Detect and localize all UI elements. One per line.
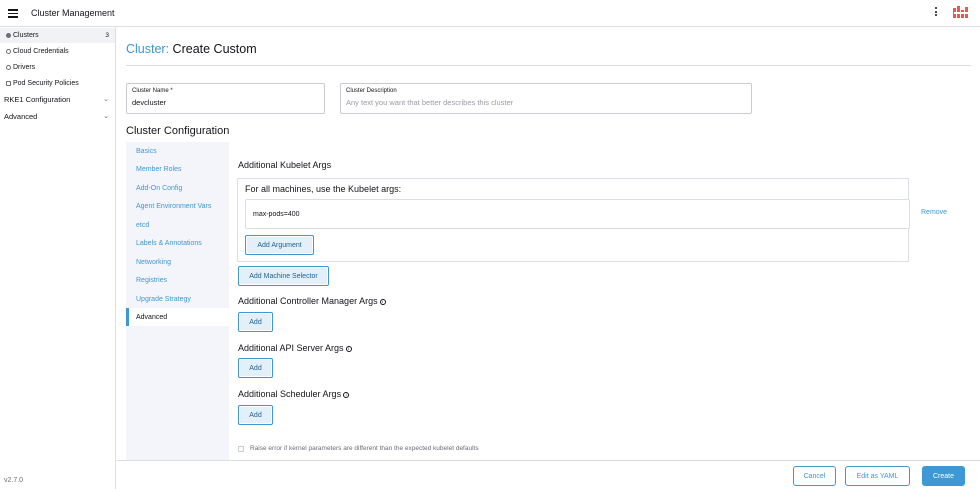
- sidebar-item-drivers[interactable]: Drivers: [0, 60, 115, 75]
- sidebar-item-label: Pod Security Policies: [13, 80, 79, 87]
- sidebar-group-label: Advanced: [4, 112, 38, 121]
- cluster-name-input[interactable]: [132, 98, 319, 107]
- kubelet-arg-input[interactable]: [245, 199, 910, 229]
- hamburger-menu-icon[interactable]: [8, 9, 18, 18]
- chevron-down-icon: ⌄: [103, 113, 109, 120]
- sidebar-item-label: Drivers: [13, 64, 36, 71]
- sidebar-item-pod-security-policies[interactable]: Pod Security Policies: [0, 76, 115, 91]
- cluster-description-input[interactable]: [346, 98, 746, 107]
- footer-bar: Cancel Edit as YAML Create: [117, 460, 980, 489]
- tab-advanced[interactable]: Advanced: [126, 308, 229, 326]
- tab-networking[interactable]: Networking: [126, 253, 229, 271]
- page-title-text: Create Custom: [169, 42, 257, 56]
- main-content: Cluster: Create Custom Cluster Name * Cl…: [117, 27, 980, 460]
- remove-arg-link[interactable]: Remove: [921, 209, 947, 216]
- cloud-credentials-icon: [6, 49, 11, 54]
- cluster-breadcrumb-link[interactable]: Cluster:: [126, 42, 169, 56]
- sidebar-group-label: RKE1 Configuration: [4, 95, 71, 104]
- kubelet-args-title: Additional Kubelet Args: [238, 160, 332, 170]
- tab-add-on-config[interactable]: Add-On Config: [126, 179, 229, 197]
- cluster-name-label: Cluster Name *: [132, 88, 173, 94]
- drivers-icon: [6, 65, 11, 70]
- version-label: v2.7.0: [4, 477, 24, 484]
- sidebar-group-advanced[interactable]: Advanced ⌄: [0, 109, 115, 124]
- sidebar: Clusters 3 Cloud Credentials Drivers Pod…: [0, 27, 116, 489]
- cluster-description-field[interactable]: Cluster Description: [340, 83, 752, 114]
- tab-member-roles[interactable]: Member Roles: [126, 160, 229, 178]
- sidebar-item-label: Cloud Credentials: [13, 48, 69, 55]
- page-title: Cluster: Create Custom: [126, 42, 257, 56]
- title-divider: [126, 65, 971, 66]
- app-title: Cluster Management: [31, 8, 115, 18]
- tab-labels-annotations[interactable]: Labels & Annotations: [126, 234, 229, 252]
- chevron-down-icon: ⌄: [103, 96, 109, 103]
- cluster-description-label: Cluster Description: [346, 88, 397, 94]
- sidebar-item-clusters[interactable]: Clusters 3: [0, 28, 115, 43]
- sidebar-item-label: Clusters: [13, 32, 39, 39]
- rancher-logo-icon[interactable]: [953, 6, 969, 20]
- top-header: Cluster Management: [0, 0, 980, 27]
- tab-basics[interactable]: Basics: [126, 142, 229, 160]
- clusters-icon: [6, 33, 11, 38]
- sidebar-group-rke1-configuration[interactable]: RKE1 Configuration ⌄: [0, 92, 115, 107]
- add-api-server-arg-button[interactable]: Add: [238, 358, 273, 378]
- advanced-panel: Additional Kubelet Args For all machines…: [229, 142, 980, 460]
- cluster-name-field[interactable]: Cluster Name *: [126, 83, 325, 114]
- add-controller-manager-arg-button[interactable]: Add: [238, 312, 273, 332]
- create-button[interactable]: Create: [922, 466, 965, 486]
- tab-etcd[interactable]: etcd: [126, 216, 229, 234]
- pod-security-policies-icon: [6, 81, 11, 86]
- info-icon[interactable]: i: [379, 299, 386, 305]
- controller-manager-args-title: Additional Controller Manager Args i: [238, 296, 386, 306]
- cluster-configuration-title: Cluster Configuration: [126, 125, 230, 137]
- tab-registries[interactable]: Registries: [126, 271, 229, 289]
- edit-as-yaml-button[interactable]: Edit as YAML: [845, 466, 910, 486]
- info-icon[interactable]: i: [343, 392, 350, 398]
- kernel-params-checkbox[interactable]: [238, 445, 244, 452]
- kernel-params-check-label: Raise error if kernel parameters are dif…: [250, 445, 479, 452]
- tab-agent-environment-vars[interactable]: Agent Environment Vars: [126, 197, 229, 215]
- clusters-count-badge: 3: [105, 32, 109, 39]
- config-tabs: Basics Member Roles Add-On Config Agent …: [126, 142, 229, 460]
- sidebar-item-cloud-credentials[interactable]: Cloud Credentials: [0, 44, 115, 59]
- api-server-args-title: Additional API Server Args i: [238, 343, 352, 353]
- add-scheduler-arg-button[interactable]: Add: [238, 405, 273, 425]
- kebab-menu-icon[interactable]: [934, 7, 938, 19]
- scheduler-args-title: Additional Scheduler Args i: [238, 389, 350, 399]
- kernel-params-check-row: Raise error if kernel parameters are dif…: [238, 445, 479, 452]
- add-argument-button[interactable]: Add Argument: [245, 235, 314, 255]
- tab-upgrade-strategy[interactable]: Upgrade Strategy: [126, 290, 229, 308]
- cancel-button[interactable]: Cancel: [793, 466, 836, 486]
- kubelet-box-title: For all machines, use the Kubelet args:: [245, 184, 402, 194]
- kubelet-args-box: For all machines, use the Kubelet args: …: [237, 178, 910, 262]
- add-machine-selector-button[interactable]: Add Machine Selector: [238, 266, 329, 286]
- info-icon[interactable]: i: [345, 346, 352, 352]
